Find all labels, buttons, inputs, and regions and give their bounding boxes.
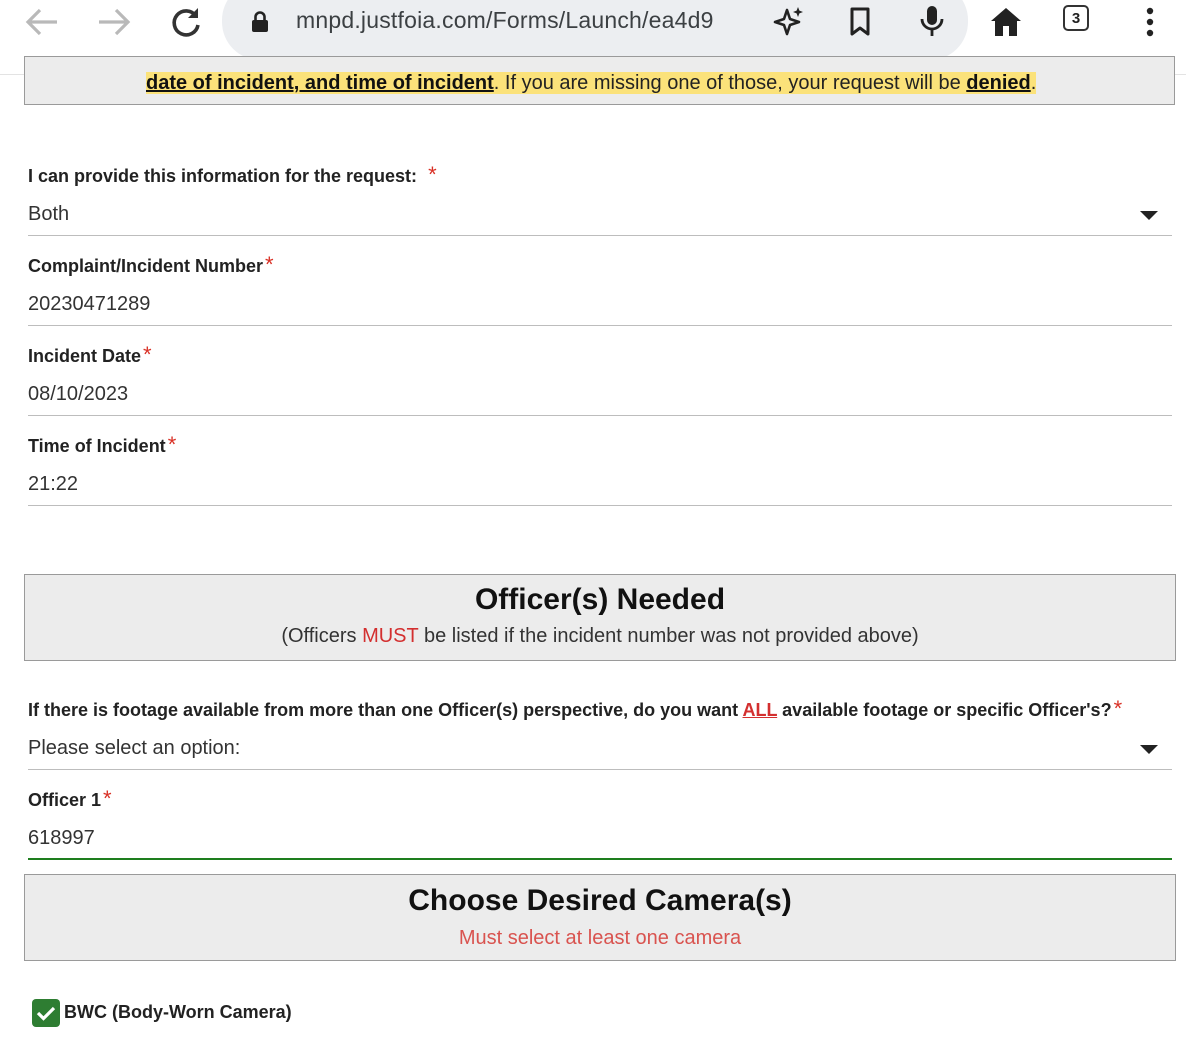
footage-label-before: If there is footage available from more … <box>28 700 743 720</box>
footage-label-all: ALL <box>742 700 778 720</box>
bookmark-icon[interactable] <box>840 4 880 40</box>
back-icon[interactable] <box>22 4 62 40</box>
officer1-label: Officer 1* <box>28 786 112 816</box>
officer1-input[interactable]: 618997 <box>28 827 95 850</box>
info-type-select[interactable]: Both <box>28 203 69 226</box>
mic-icon[interactable] <box>912 4 952 40</box>
notice-text: date of incident, and time of incident. … <box>146 72 1037 95</box>
footage-choice-label: If there is footage available from more … <box>28 696 1122 726</box>
section-title: Officer(s) Needed <box>474 583 726 616</box>
note-after: be listed if the incident number was not… <box>418 625 919 647</box>
officer1-label-text: Officer 1 <box>28 790 102 810</box>
notice-emphasis: date of incident, and time of incident <box>146 72 494 94</box>
camera-warning: Must select at least one camera <box>458 927 742 949</box>
notice-denied: denied <box>966 72 1031 94</box>
lock-icon[interactable] <box>242 4 278 40</box>
incident-number-label-text: Complaint/Incident Number <box>28 256 264 276</box>
officers-section-note: (Officers MUST be listed if the incident… <box>25 625 1175 648</box>
required-marker: * <box>103 786 112 811</box>
incident-time-label-text: Time of Incident <box>28 436 166 456</box>
required-marker: * <box>143 342 152 367</box>
incident-date-label: Incident Date* <box>28 342 152 372</box>
note-must: MUST <box>362 625 419 647</box>
camera-section-header: Choose Desired Camera(s) Must select at … <box>24 874 1176 961</box>
incident-number-label: Complaint/Incident Number* <box>28 252 274 282</box>
incident-date-label-text: Incident Date <box>28 346 142 366</box>
officers-section-header: Officer(s) Needed (Officers MUST be list… <box>24 574 1176 661</box>
more-icon[interactable] <box>1130 4 1170 40</box>
chevron-down-icon[interactable] <box>1140 745 1158 754</box>
incident-date-underline <box>28 415 1172 416</box>
bwc-checkbox[interactable] <box>32 999 60 1027</box>
check-icon <box>36 1006 56 1021</box>
notice-end: . <box>1030 72 1037 94</box>
required-marker: * <box>167 432 177 457</box>
required-marker: * <box>1113 696 1123 721</box>
notice-middle: . If you are missing one of those, your … <box>493 72 967 94</box>
info-type-underline <box>28 235 1172 236</box>
incident-time-input[interactable]: 21:22 <box>28 473 78 496</box>
required-marker: * <box>428 162 437 187</box>
required-marker: * <box>265 252 274 277</box>
footage-choice-select[interactable]: Please select an option: <box>28 737 240 760</box>
section-title: Choose Desired Camera(s) <box>408 884 792 917</box>
officer1-underline <box>28 858 1172 860</box>
home-icon[interactable] <box>986 4 1026 40</box>
sparkle-icon[interactable] <box>768 4 808 40</box>
reload-icon[interactable] <box>166 4 206 40</box>
footage-choice-underline <box>28 769 1172 770</box>
bwc-checkbox-label[interactable]: BWC (Body-Worn Camera) <box>64 1002 292 1023</box>
footage-label-after: available footage or specific Officer's? <box>777 700 1112 720</box>
incident-time-label: Time of Incident* <box>28 432 176 462</box>
incident-number-underline <box>28 325 1172 326</box>
chevron-down-icon[interactable] <box>1140 211 1158 220</box>
forward-icon[interactable] <box>94 4 134 40</box>
note-before: (Officers <box>281 625 363 647</box>
incident-time-underline <box>28 505 1172 506</box>
incident-date-input[interactable]: 08/10/2023 <box>28 383 128 406</box>
info-type-label-text: I can provide this information for the r… <box>28 166 418 186</box>
info-type-label: I can provide this information for the r… <box>28 162 437 192</box>
tabs-icon[interactable]: 3 <box>1063 5 1089 31</box>
incident-number-input[interactable]: 20230471289 <box>28 293 150 316</box>
url-text[interactable]: mnpd.justfoia.com/Forms/Launch/ea4d9 <box>296 7 714 34</box>
